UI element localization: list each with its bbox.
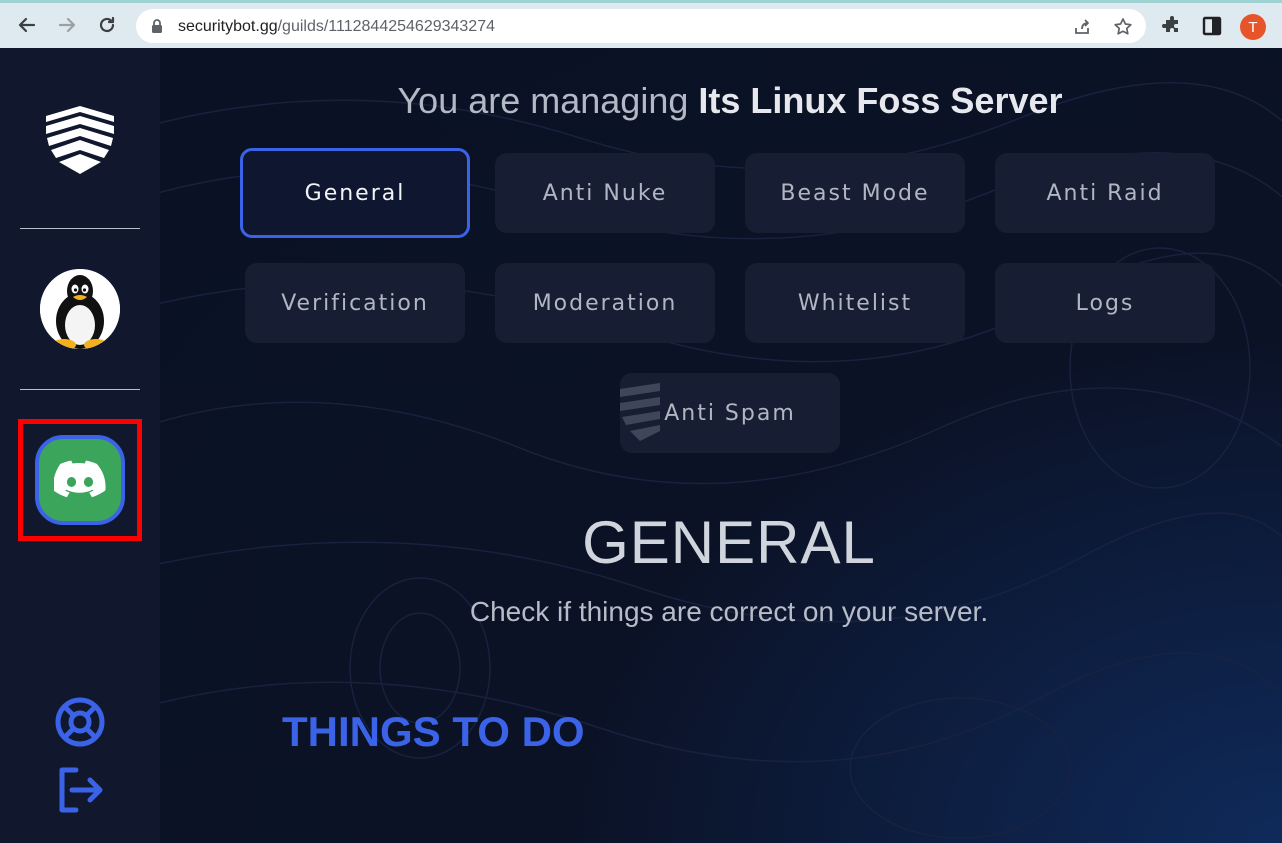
tab-anti-raid[interactable]: Anti Raid	[995, 153, 1215, 233]
tab-label: Beast Mode	[780, 180, 930, 206]
tab-label: General	[304, 180, 406, 206]
side-panel-icon[interactable]	[1200, 14, 1224, 38]
tab-general[interactable]: General	[240, 148, 470, 238]
page-heading: You are managing Its Linux Foss Server	[160, 80, 1282, 122]
discord-icon	[54, 460, 106, 498]
back-arrow-icon	[18, 17, 36, 33]
share-icon[interactable]	[1071, 16, 1093, 38]
url-text[interactable]: securitybot.gg/guilds/111284425462934327…	[178, 18, 495, 36]
heading-prefix: You are managing	[397, 80, 699, 121]
main-content: You are managing Its Linux Foss Server G…	[160, 48, 1282, 843]
tab-logs[interactable]: Logs	[995, 263, 1215, 343]
url-host: securitybot.gg	[178, 18, 278, 35]
extensions-icon[interactable]	[1160, 14, 1184, 38]
back-button[interactable]	[14, 12, 40, 38]
section-subtitle: Check if things are correct on your serv…	[469, 596, 989, 627]
reload-button[interactable]	[94, 12, 120, 38]
server-avatar[interactable]	[40, 269, 120, 349]
discord-button[interactable]	[35, 435, 125, 525]
shield-logo-icon[interactable]	[40, 100, 120, 180]
tab-label: Logs	[1075, 290, 1135, 316]
sidebar-divider	[20, 389, 140, 390]
shield-watermark-icon	[620, 383, 660, 441]
things-to-do-heading: THINGS TO DO	[282, 708, 585, 755]
forward-button[interactable]	[54, 12, 80, 38]
browser-toolbar: securitybot.gg/guilds/111284425462934327…	[0, 0, 1282, 48]
address-bar[interactable]: securitybot.gg/guilds/111284425462934327…	[136, 9, 1146, 43]
tab-label: Whitelist	[797, 290, 913, 316]
tab-label: Anti Spam	[664, 400, 796, 426]
url-path: /guilds/1112844254629343274	[277, 18, 495, 35]
profile-avatar[interactable]: T	[1240, 14, 1266, 40]
tab-whitelist[interactable]: Whitelist	[745, 263, 965, 343]
sidebar	[0, 48, 160, 843]
reload-icon	[99, 16, 115, 33]
sidebar-divider	[20, 228, 140, 229]
tab-label: Anti Nuke	[542, 180, 668, 206]
tab-label: Verification	[281, 290, 429, 316]
star-icon[interactable]	[1112, 16, 1134, 38]
tab-beast-mode[interactable]: Beast Mode	[745, 153, 965, 233]
lifebuoy-icon[interactable]	[54, 696, 106, 748]
server-name: Its Linux Foss Server	[698, 80, 1063, 121]
tab-label: Anti Raid	[1046, 180, 1164, 206]
tab-label: Moderation	[532, 290, 678, 316]
tab-anti-spam[interactable]: Anti Spam	[620, 373, 840, 453]
tab-anti-nuke[interactable]: Anti Nuke	[495, 153, 715, 233]
linux-tux-icon	[40, 269, 120, 349]
tab-moderation[interactable]: Moderation	[495, 263, 715, 343]
logout-icon[interactable]	[54, 764, 106, 816]
tab-verification[interactable]: Verification	[245, 263, 465, 343]
section-title: GENERAL	[582, 509, 876, 576]
lock-icon[interactable]	[150, 18, 164, 34]
forward-arrow-icon	[58, 17, 76, 33]
